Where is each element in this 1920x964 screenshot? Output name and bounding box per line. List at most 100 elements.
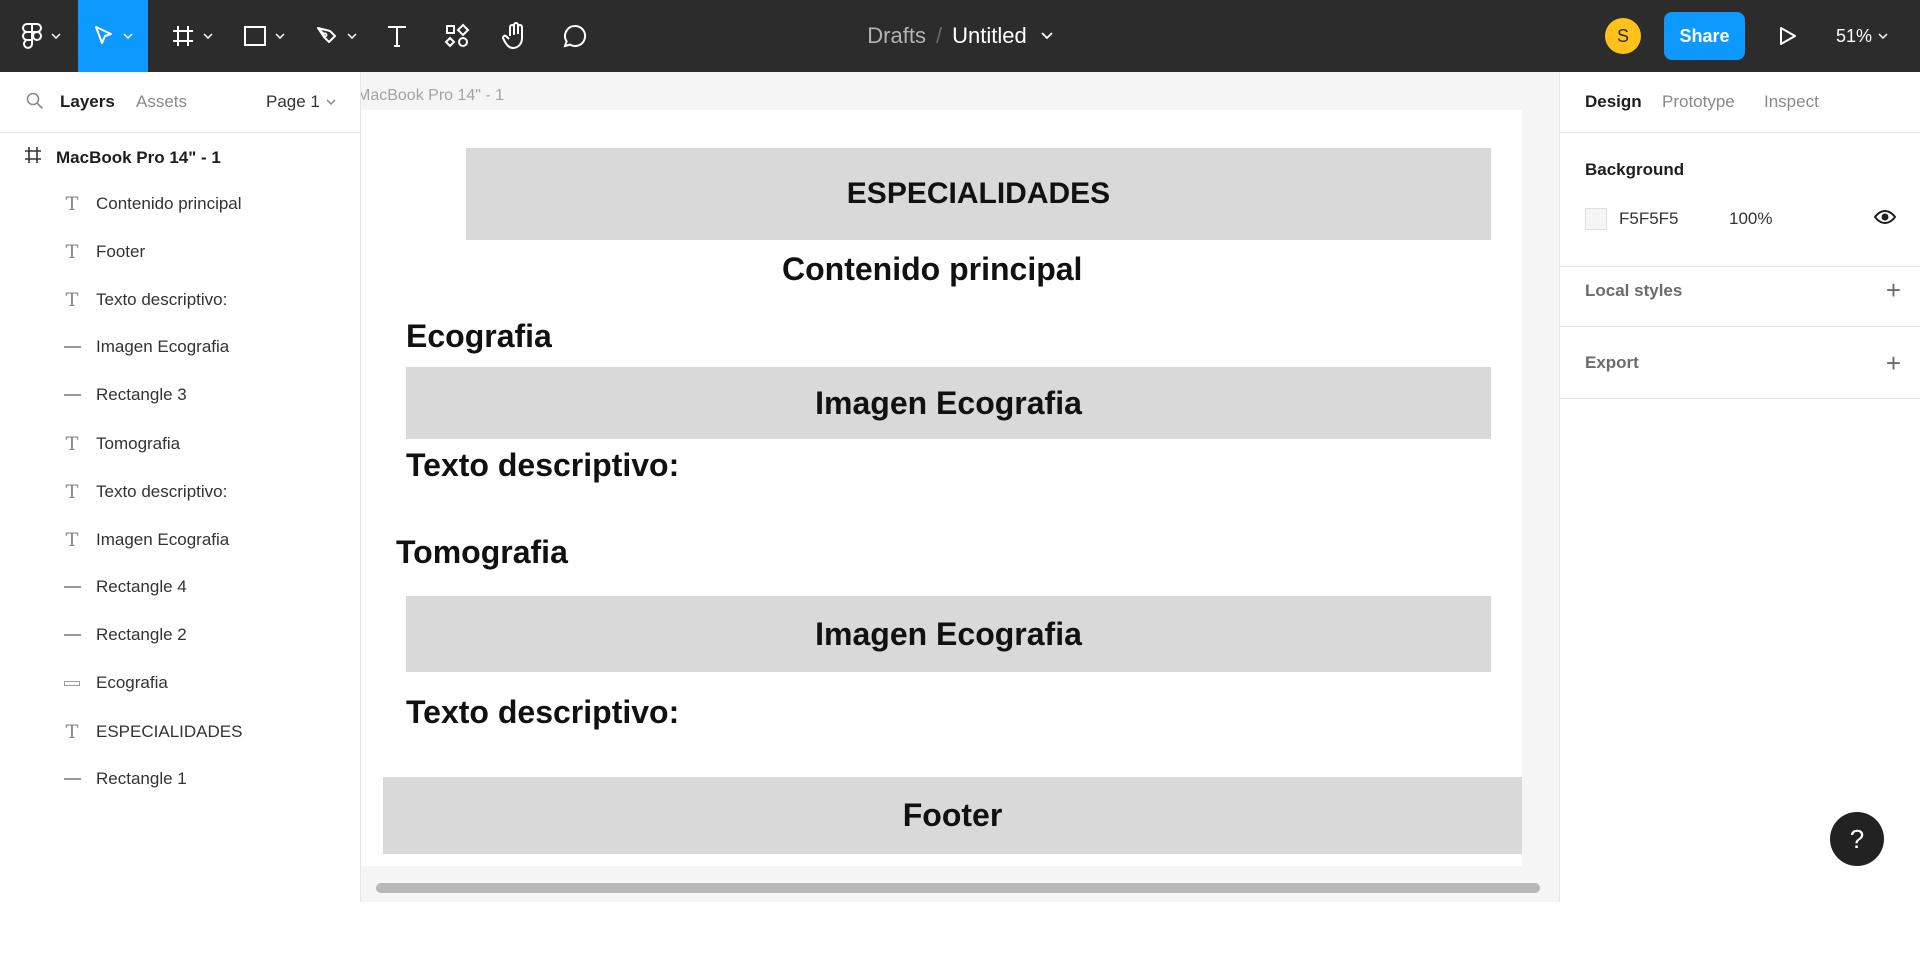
move-tool-icon (93, 25, 115, 47)
image-box-2-label: Imagen Ecografia (815, 615, 1082, 652)
frame-icon (24, 146, 42, 169)
chevron-down-icon (51, 33, 61, 39)
page-selector[interactable]: Page 1 (266, 92, 336, 112)
layer-item[interactable]: T Footer (60, 241, 145, 263)
properties-panel: Design Prototype Inspect Background F5F5… (1559, 72, 1920, 902)
layers-panel: Layers Assets Page 1 MacBook Pro 14" - 1… (0, 72, 361, 902)
layer-label: Ecografia (96, 673, 168, 692)
avatar[interactable]: S (1605, 18, 1641, 54)
tab-layers[interactable]: Layers (60, 92, 115, 112)
layer-item[interactable]: T Texto descriptivo: (60, 289, 228, 311)
pen-tool-icon (315, 24, 339, 48)
comment-icon (562, 23, 588, 49)
divider (1560, 266, 1920, 267)
text-tool-button[interactable] (372, 0, 422, 72)
section-title-ecografia[interactable]: Ecografia (406, 318, 552, 355)
search-icon[interactable] (26, 92, 44, 115)
text-layer-icon: T (65, 433, 79, 455)
layer-label: Tomografia (96, 434, 181, 453)
layer-item[interactable]: Rectangle 4 (60, 577, 187, 597)
layer-label: Rectangle 3 (96, 385, 187, 404)
image-box-2[interactable]: Imagen Ecografia (406, 596, 1491, 672)
breadcrumb-drafts[interactable]: Drafts (867, 23, 926, 49)
text-layer-icon: T (65, 289, 79, 311)
image-box-1[interactable]: Imagen Ecografia (406, 367, 1491, 439)
text-layer-icon: T (65, 193, 79, 215)
layer-item[interactable]: T Contenido principal (60, 193, 242, 215)
line-layer-icon (60, 346, 84, 348)
add-local-style-icon[interactable]: + (1886, 277, 1901, 303)
hand-tool-button[interactable] (490, 0, 540, 72)
shape-tool-button[interactable] (232, 0, 296, 72)
rectangle-layer-icon (60, 680, 84, 686)
present-button[interactable] (1768, 0, 1808, 72)
layer-item[interactable]: T Texto descriptivo: (60, 481, 228, 503)
layer-root-frame[interactable]: MacBook Pro 14" - 1 (24, 146, 221, 169)
frame-tool-button[interactable] (160, 0, 224, 72)
hand-tool-icon (502, 22, 528, 50)
layer-label: Texto descriptivo: (96, 290, 228, 309)
zoom-menu[interactable]: 51% (1836, 0, 1888, 72)
text-layer-icon: T (65, 529, 79, 551)
background-fill-row[interactable]: F5F5F5 100% (1585, 205, 1905, 233)
page-label: Page 1 (266, 92, 320, 111)
tab-prototype[interactable]: Prototype (1662, 92, 1735, 112)
header-box[interactable]: ESPECIALIDADES (466, 148, 1491, 240)
line-layer-icon (60, 394, 84, 396)
chevron-down-icon (1878, 33, 1888, 39)
visibility-eye-icon[interactable] (1873, 209, 1897, 230)
layer-item[interactable]: Rectangle 2 (60, 625, 187, 645)
layer-item[interactable]: Ecografia (60, 673, 168, 693)
line-layer-icon (60, 778, 84, 780)
layer-item[interactable]: Imagen Ecografia (60, 337, 229, 357)
move-tool-button[interactable] (78, 0, 148, 72)
breadcrumb-separator: / (935, 23, 943, 48)
chevron-down-icon (123, 33, 133, 39)
text-layer-icon: T (65, 721, 79, 743)
background-hex-input[interactable]: F5F5F5 (1619, 209, 1729, 229)
layer-item[interactable]: T ESPECIALIDADES (60, 721, 243, 743)
tab-design[interactable]: Design (1585, 92, 1642, 112)
layer-label: Texto descriptivo: (96, 482, 228, 501)
chevron-down-icon[interactable] (1041, 32, 1053, 40)
text-layer-icon: T (65, 241, 79, 263)
background-opacity-input[interactable]: 100% (1729, 209, 1772, 229)
divider (1560, 326, 1920, 327)
background-swatch[interactable] (1585, 208, 1607, 230)
pen-tool-button[interactable] (304, 0, 368, 72)
canvas[interactable]: MacBook Pro 14" - 1 ESPECIALIDADES Conte… (361, 72, 1559, 902)
description-2[interactable]: Texto descriptivo: (406, 694, 679, 731)
divider (1560, 398, 1920, 399)
resources-button[interactable] (432, 0, 482, 72)
design-frame[interactable]: ESPECIALIDADES Contenido principal Ecogr… (361, 110, 1522, 866)
background-section-title: Background (1585, 160, 1685, 179)
chevron-down-icon (326, 99, 336, 105)
tab-inspect[interactable]: Inspect (1764, 92, 1819, 112)
chevron-down-icon (203, 33, 213, 39)
layer-item[interactable]: T Imagen Ecografia (60, 529, 230, 551)
share-button[interactable]: Share (1664, 12, 1745, 60)
image-box-1-label: Imagen Ecografia (815, 384, 1082, 421)
chevron-down-icon (347, 33, 357, 39)
main-menu-button[interactable] (10, 0, 72, 72)
file-title[interactable]: Untitled (952, 23, 1027, 49)
main-title[interactable]: Contenido principal (782, 251, 1082, 288)
tab-assets[interactable]: Assets (136, 92, 187, 112)
horizontal-scrollbar[interactable] (376, 883, 1540, 893)
layer-item[interactable]: T Tomografia (60, 433, 180, 455)
footer-box[interactable]: Footer (383, 777, 1522, 854)
add-export-icon[interactable]: + (1886, 350, 1901, 376)
line-layer-icon (60, 634, 84, 636)
text-layer-icon: T (65, 481, 79, 503)
footer-text: Footer (902, 797, 1003, 833)
layer-item[interactable]: Rectangle 3 (60, 385, 187, 405)
description-1[interactable]: Texto descriptivo: (406, 447, 679, 484)
comment-tool-button[interactable] (550, 0, 600, 72)
header-text: ESPECIALIDADES (846, 177, 1111, 210)
frame-label[interactable]: MacBook Pro 14" - 1 (361, 87, 504, 105)
help-button[interactable]: ? (1830, 812, 1884, 866)
local-styles-title: Local styles (1585, 281, 1683, 300)
layer-item[interactable]: Rectangle 1 (60, 769, 187, 789)
section-title-tomografia[interactable]: Tomografia (396, 534, 568, 571)
play-icon (1779, 26, 1797, 46)
